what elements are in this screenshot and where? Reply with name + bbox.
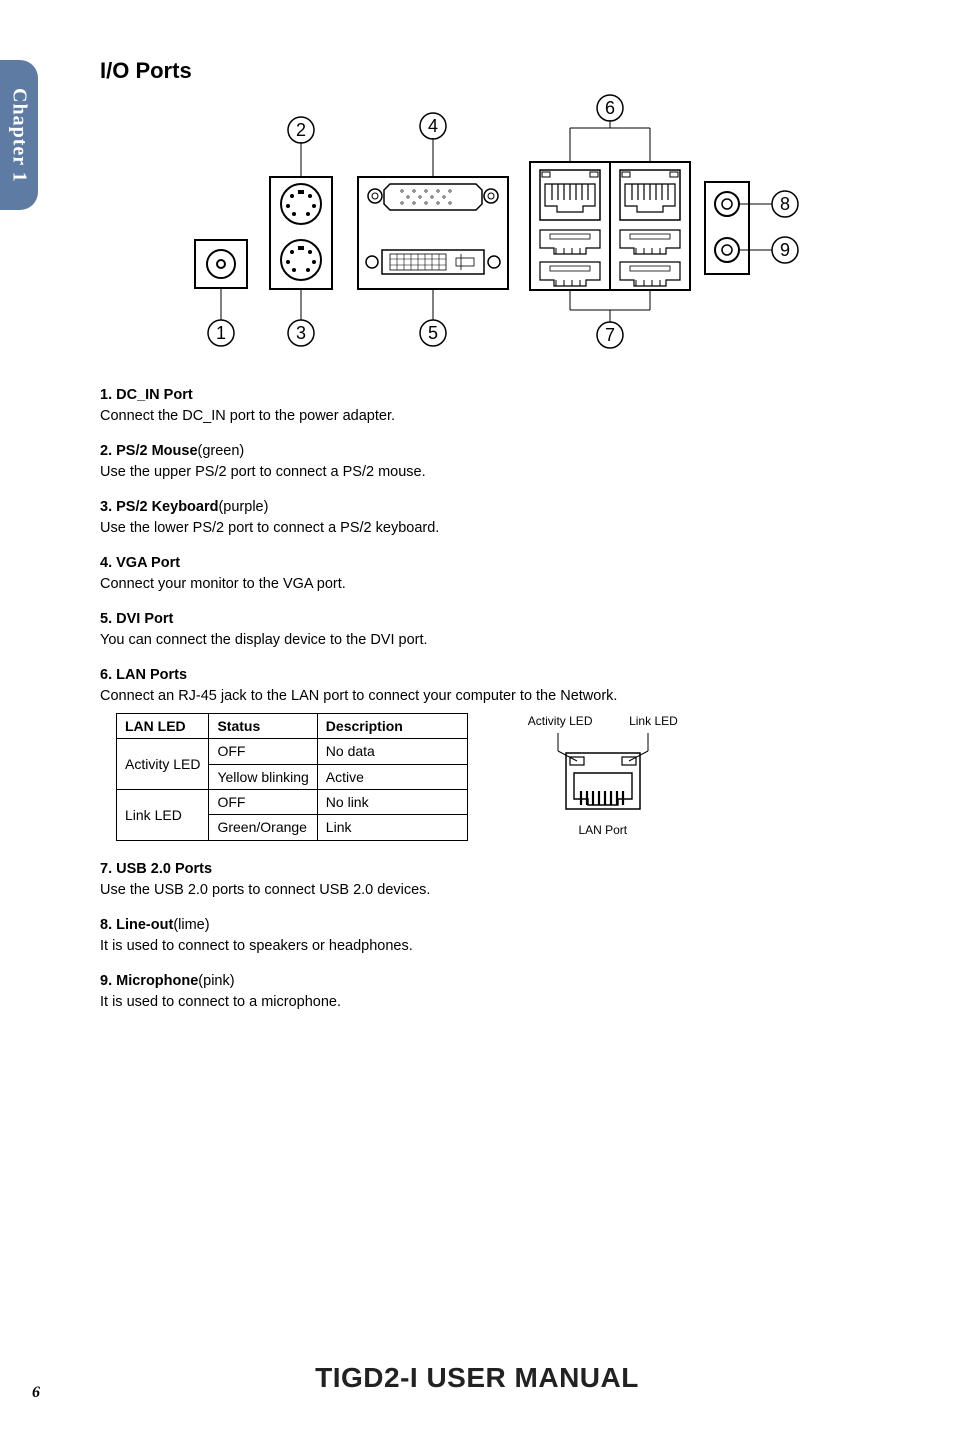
sec3-suffix: (purple) xyxy=(218,499,268,515)
sec2-suffix: (green) xyxy=(198,443,245,459)
manual-title: TIGD2-I USER MANUAL xyxy=(0,1362,954,1394)
cell-link-led: Link LED xyxy=(117,790,209,841)
section-9: 9. Microphone(pink) It is used to connec… xyxy=(100,971,890,1013)
callout-8: 8 xyxy=(780,194,790,214)
callout-5: 5 xyxy=(428,323,438,343)
section-7: 7. USB 2.0 Ports Use the USB 2.0 ports t… xyxy=(100,859,890,901)
sec2-body: Use the upper PS/2 port to connect a PS/… xyxy=(100,464,426,480)
sec1-body: Connect the DC_IN port to the power adap… xyxy=(100,408,395,424)
cell-activity-led: Activity LED xyxy=(117,739,209,790)
section-8: 8. Line-out(lime) It is used to connect … xyxy=(100,915,890,957)
cell-status-1: Yellow blinking xyxy=(209,764,317,789)
sec6-title: LAN Ports xyxy=(116,667,187,683)
sec7-body: Use the USB 2.0 ports to connect USB 2.0… xyxy=(100,882,430,898)
sec5-body: You can connect the display device to th… xyxy=(100,632,428,648)
sec4-num: 4. xyxy=(100,555,112,571)
lan-led-table: LAN LED Status Description Activity LED … xyxy=(116,713,468,840)
section-3: 3. PS/2 Keyboard(purple) Use the lower P… xyxy=(100,497,890,539)
page-number: 6 xyxy=(32,1384,40,1402)
io-diagram-svg: 2 4 6 8 9 xyxy=(180,92,800,352)
sec9-body: It is used to connect to a microphone. xyxy=(100,994,341,1010)
cell-status-0: OFF xyxy=(209,739,317,764)
sec2-num: 2. xyxy=(100,443,112,459)
th-lanled: LAN LED xyxy=(117,714,209,739)
cell-status-3: Green/Orange xyxy=(209,815,317,840)
vga-dvi-block xyxy=(358,177,508,289)
sec9-num: 9. xyxy=(100,973,112,989)
audio-block xyxy=(705,182,749,274)
link-led-label: Link LED xyxy=(629,713,678,730)
section-4: 4. VGA Port Connect your monitor to the … xyxy=(100,553,890,595)
sec2-title: PS/2 Mouse xyxy=(116,443,197,459)
sec8-suffix: (lime) xyxy=(173,917,209,933)
callout-7: 7 xyxy=(605,325,615,345)
sec7-title: USB 2.0 Ports xyxy=(116,861,212,877)
sec8-body: It is used to connect to speakers or hea… xyxy=(100,938,413,954)
callout-3: 3 xyxy=(296,323,306,343)
callout-1: 1 xyxy=(216,323,226,343)
sec6-num: 6. xyxy=(100,667,112,683)
cell-status-2: OFF xyxy=(209,790,317,815)
section-6: 6. LAN Ports Connect an RJ-45 jack to th… xyxy=(100,665,890,841)
sec7-num: 7. xyxy=(100,861,112,877)
sec8-num: 8. xyxy=(100,917,112,933)
chapter-tab: Chapter 1 xyxy=(0,60,38,210)
sec3-title: PS/2 Keyboard xyxy=(116,499,218,515)
sec5-title: DVI Port xyxy=(116,611,173,627)
sec4-title: VGA Port xyxy=(116,555,180,571)
page-title: I/O Ports xyxy=(100,58,890,84)
cell-desc-0: No data xyxy=(317,739,467,764)
lan-usb-block xyxy=(530,162,690,290)
dc-in-port xyxy=(195,240,247,288)
table-row: Activity LED OFF No data xyxy=(117,739,468,764)
io-ports-diagram: 2 4 6 8 9 xyxy=(180,92,890,357)
sec9-suffix: (pink) xyxy=(198,973,234,989)
sec9-title: Microphone xyxy=(116,973,198,989)
section-5: 5. DVI Port You can connect the display … xyxy=(100,609,890,651)
lan-port-caption: LAN Port xyxy=(528,822,678,839)
lan-port-diagram: Activity LED Link LED xyxy=(528,713,678,839)
sec5-num: 5. xyxy=(100,611,112,627)
section-2: 2. PS/2 Mouse(green) Use the upper PS/2 … xyxy=(100,441,890,483)
cell-desc-1: Active xyxy=(317,764,467,789)
cell-desc-3: Link xyxy=(317,815,467,840)
callout-6: 6 xyxy=(605,98,615,118)
page-content: I/O Ports xyxy=(100,58,890,1027)
sec8-title: Line-out xyxy=(116,917,173,933)
ps2-block xyxy=(270,177,332,289)
chapter-tab-label: Chapter 1 xyxy=(8,88,31,183)
sec6-body: Connect an RJ-45 jack to the LAN port to… xyxy=(100,688,617,704)
callouts: 2 4 6 8 9 xyxy=(208,95,798,348)
activity-led-label: Activity LED xyxy=(528,713,593,730)
sec3-body: Use the lower PS/2 port to connect a PS/… xyxy=(100,520,439,536)
cell-desc-2: No link xyxy=(317,790,467,815)
callout-9: 9 xyxy=(780,240,790,260)
th-status: Status xyxy=(209,714,317,739)
th-desc: Description xyxy=(317,714,467,739)
sec3-num: 3. xyxy=(100,499,112,515)
callout-4: 4 xyxy=(428,116,438,136)
sec1-num: 1. xyxy=(100,387,112,403)
page-footer: TIGD2-I USER MANUAL xyxy=(0,1362,954,1394)
table-row: Link LED OFF No link xyxy=(117,790,468,815)
lan-port-svg xyxy=(528,733,678,813)
section-1: 1. DC_IN Port Connect the DC_IN port to … xyxy=(100,385,890,427)
sec4-body: Connect your monitor to the VGA port. xyxy=(100,576,346,592)
callout-2: 2 xyxy=(296,120,306,140)
table-header-row: LAN LED Status Description xyxy=(117,714,468,739)
sec1-title: DC_IN Port xyxy=(116,387,193,403)
